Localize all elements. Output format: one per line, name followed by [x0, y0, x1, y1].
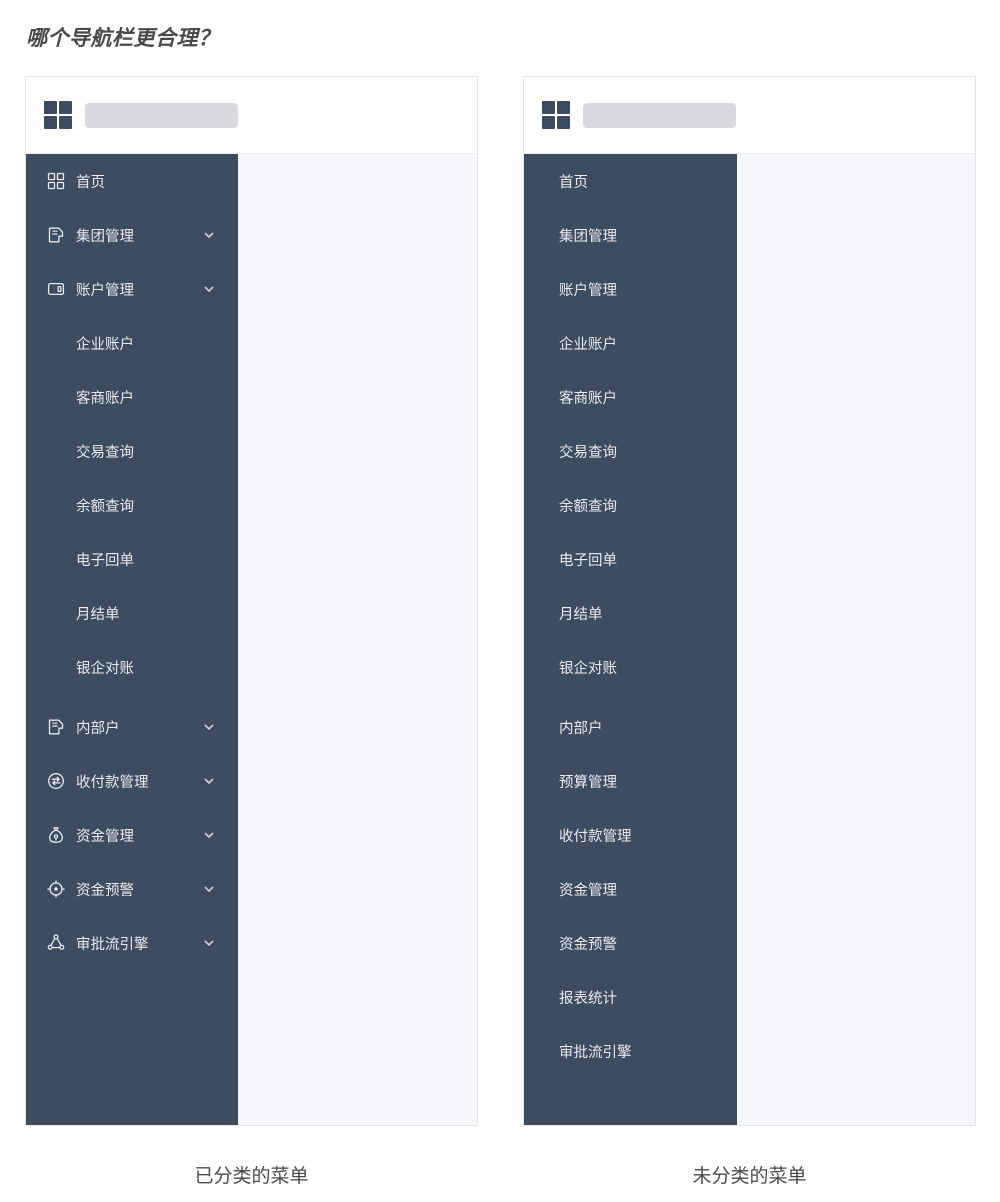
sidebar-item-label: 内部户	[559, 720, 603, 737]
sidebar-item-银企对账[interactable]: 银企对账	[26, 652, 238, 682]
sidebar-item-label: 账户管理	[559, 282, 617, 299]
sidebar-item-label: 企业账户	[76, 336, 134, 353]
sidebar-item-label: 资金预警	[76, 882, 134, 899]
money-bag-icon	[47, 826, 65, 844]
sidebar-item-客商账户[interactable]: 客商账户	[524, 382, 737, 412]
chevron-down-icon[interactable]	[203, 721, 215, 733]
sidebar-item-客商账户[interactable]: 客商账户	[26, 382, 238, 412]
wallet-icon	[47, 280, 65, 298]
sidebar-item-余额查询[interactable]: 余额查询	[26, 490, 238, 520]
sidebar-item-月结单[interactable]: 月结单	[524, 598, 737, 628]
caption-categorized: 已分类的菜单	[194, 1166, 309, 1187]
sidebar-item-label: 资金管理	[559, 882, 617, 899]
sidebar-item-月结单[interactable]: 月结单	[26, 598, 238, 628]
grid-2x2-icon	[542, 101, 570, 129]
sidebar-item-label: 企业账户	[559, 336, 617, 353]
sidebar-item-报表统计[interactable]: 报表统计	[524, 982, 737, 1012]
sidebar-nav-uncategorized[interactable]: 首页集团管理账户管理企业账户客商账户交易查询余额查询电子回单月结单银企对账内部户…	[524, 154, 737, 1125]
sidebar-item-label: 资金预警	[559, 936, 617, 953]
sidebar-item-审批流引擎[interactable]: 审批流引擎	[26, 928, 238, 958]
sidebar-item-交易查询[interactable]: 交易查询	[524, 436, 737, 466]
sidebar-item-label: 余额查询	[559, 498, 617, 515]
header-title-placeholder	[85, 102, 238, 128]
sidebar-item-资金预警[interactable]: 资金预警	[26, 874, 238, 904]
sidebar-item-收付款管理[interactable]: 收付款管理	[524, 820, 737, 850]
sidebar-item-资金管理[interactable]: 资金管理	[26, 820, 238, 850]
sidebar-item-收付款管理[interactable]: 收付款管理	[26, 766, 238, 796]
sidebar-item-label: 月结单	[559, 606, 603, 623]
sidebar-item-label: 收付款管理	[559, 828, 632, 845]
exchange-icon	[47, 772, 65, 790]
chevron-down-icon[interactable]	[203, 283, 215, 295]
sidebar-item-资金管理[interactable]: 资金管理	[524, 874, 737, 904]
sidebar-item-label: 集团管理	[559, 228, 617, 245]
sidebar-item-label: 交易查询	[76, 444, 134, 461]
grid-2x2-icon	[47, 172, 65, 190]
sidebar-item-首页[interactable]: 首页	[524, 166, 737, 196]
chevron-down-icon[interactable]	[203, 883, 215, 895]
sidebar-item-label: 内部户	[76, 720, 120, 737]
sidebar-item-交易查询[interactable]: 交易查询	[26, 436, 238, 466]
chevron-down-icon[interactable]	[203, 829, 215, 841]
sidebar-item-首页[interactable]: 首页	[26, 166, 238, 196]
sidebar-item-label: 电子回单	[559, 552, 617, 569]
sidebar-item-label: 审批流引擎	[76, 936, 149, 953]
app-body: 首页集团管理账户管理企业账户客商账户交易查询余额查询电子回单月结单银企对账内部户…	[26, 154, 477, 1125]
sidebar-item-label: 余额查询	[76, 498, 134, 515]
chevron-down-icon[interactable]	[203, 775, 215, 787]
sidebar-item-集团管理[interactable]: 集团管理	[26, 220, 238, 250]
app-header	[26, 77, 477, 154]
content-area	[238, 154, 477, 1125]
sidebar-item-集团管理[interactable]: 集团管理	[524, 220, 737, 250]
sidebar-item-label: 月结单	[76, 606, 120, 623]
sidebar-item-电子回单[interactable]: 电子回单	[524, 544, 737, 574]
sidebar-item-label: 银企对账	[76, 660, 134, 677]
sidebar-item-账户管理[interactable]: 账户管理	[26, 274, 238, 304]
sidebar-item-企业账户[interactable]: 企业账户	[26, 328, 238, 358]
sidebar-item-label: 首页	[559, 174, 588, 191]
panel-uncategorized: 首页集团管理账户管理企业账户客商账户交易查询余额查询电子回单月结单银企对账内部户…	[523, 76, 976, 1187]
sidebar-item-账户管理[interactable]: 账户管理	[524, 274, 737, 304]
sidebar-nav-categorized[interactable]: 首页集团管理账户管理企业账户客商账户交易查询余额查询电子回单月结单银企对账内部户…	[26, 154, 238, 1125]
grid-2x2-icon	[44, 101, 72, 129]
sidebar-item-label: 审批流引擎	[559, 1044, 632, 1061]
sidebar-item-label: 电子回单	[76, 552, 134, 569]
app-window: 首页集团管理账户管理企业账户客商账户交易查询余额查询电子回单月结单银企对账内部户…	[523, 76, 976, 1126]
sidebar-item-label: 集团管理	[76, 228, 134, 245]
sidebar-item-label: 客商账户	[76, 390, 134, 407]
app-window: 首页集团管理账户管理企业账户客商账户交易查询余额查询电子回单月结单银企对账内部户…	[25, 76, 478, 1126]
chevron-down-icon[interactable]	[203, 937, 215, 949]
sidebar-item-label: 首页	[76, 174, 105, 191]
sidebar-item-label: 交易查询	[559, 444, 617, 461]
sidebar-item-label: 客商账户	[559, 390, 617, 407]
sidebar-item-label: 账户管理	[76, 282, 134, 299]
panel-categorized: 首页集团管理账户管理企业账户客商账户交易查询余额查询电子回单月结单银企对账内部户…	[25, 76, 478, 1187]
document-icon	[47, 718, 65, 736]
sidebar-item-label: 资金管理	[76, 828, 134, 845]
app-body: 首页集团管理账户管理企业账户客商账户交易查询余额查询电子回单月结单银企对账内部户…	[524, 154, 975, 1125]
sidebar-item-内部户[interactable]: 内部户	[524, 712, 737, 742]
sidebar-item-内部户[interactable]: 内部户	[26, 712, 238, 742]
sidebar-item-label: 银企对账	[559, 660, 617, 677]
sidebar-item-label: 收付款管理	[76, 774, 149, 791]
document-icon	[47, 226, 65, 244]
sidebar-item-银企对账[interactable]: 银企对账	[524, 652, 737, 682]
sidebar-item-电子回单[interactable]: 电子回单	[26, 544, 238, 574]
app-header	[524, 77, 975, 154]
target-icon	[47, 880, 65, 898]
sidebar-item-资金预警[interactable]: 资金预警	[524, 928, 737, 958]
chevron-down-icon[interactable]	[203, 229, 215, 241]
flow-node-icon	[47, 934, 65, 952]
content-area	[737, 154, 975, 1125]
sidebar-item-企业账户[interactable]: 企业账户	[524, 328, 737, 358]
sidebar-item-余额查询[interactable]: 余额查询	[524, 490, 737, 520]
caption-uncategorized: 未分类的菜单	[692, 1166, 807, 1187]
header-title-placeholder	[583, 102, 736, 128]
page-title: 哪个导航栏更合理？	[26, 27, 220, 50]
sidebar-item-label: 报表统计	[559, 990, 617, 1007]
sidebar-item-预算管理[interactable]: 预算管理	[524, 766, 737, 796]
sidebar-item-label: 预算管理	[559, 774, 617, 791]
sidebar-item-审批流引擎[interactable]: 审批流引擎	[524, 1036, 737, 1066]
